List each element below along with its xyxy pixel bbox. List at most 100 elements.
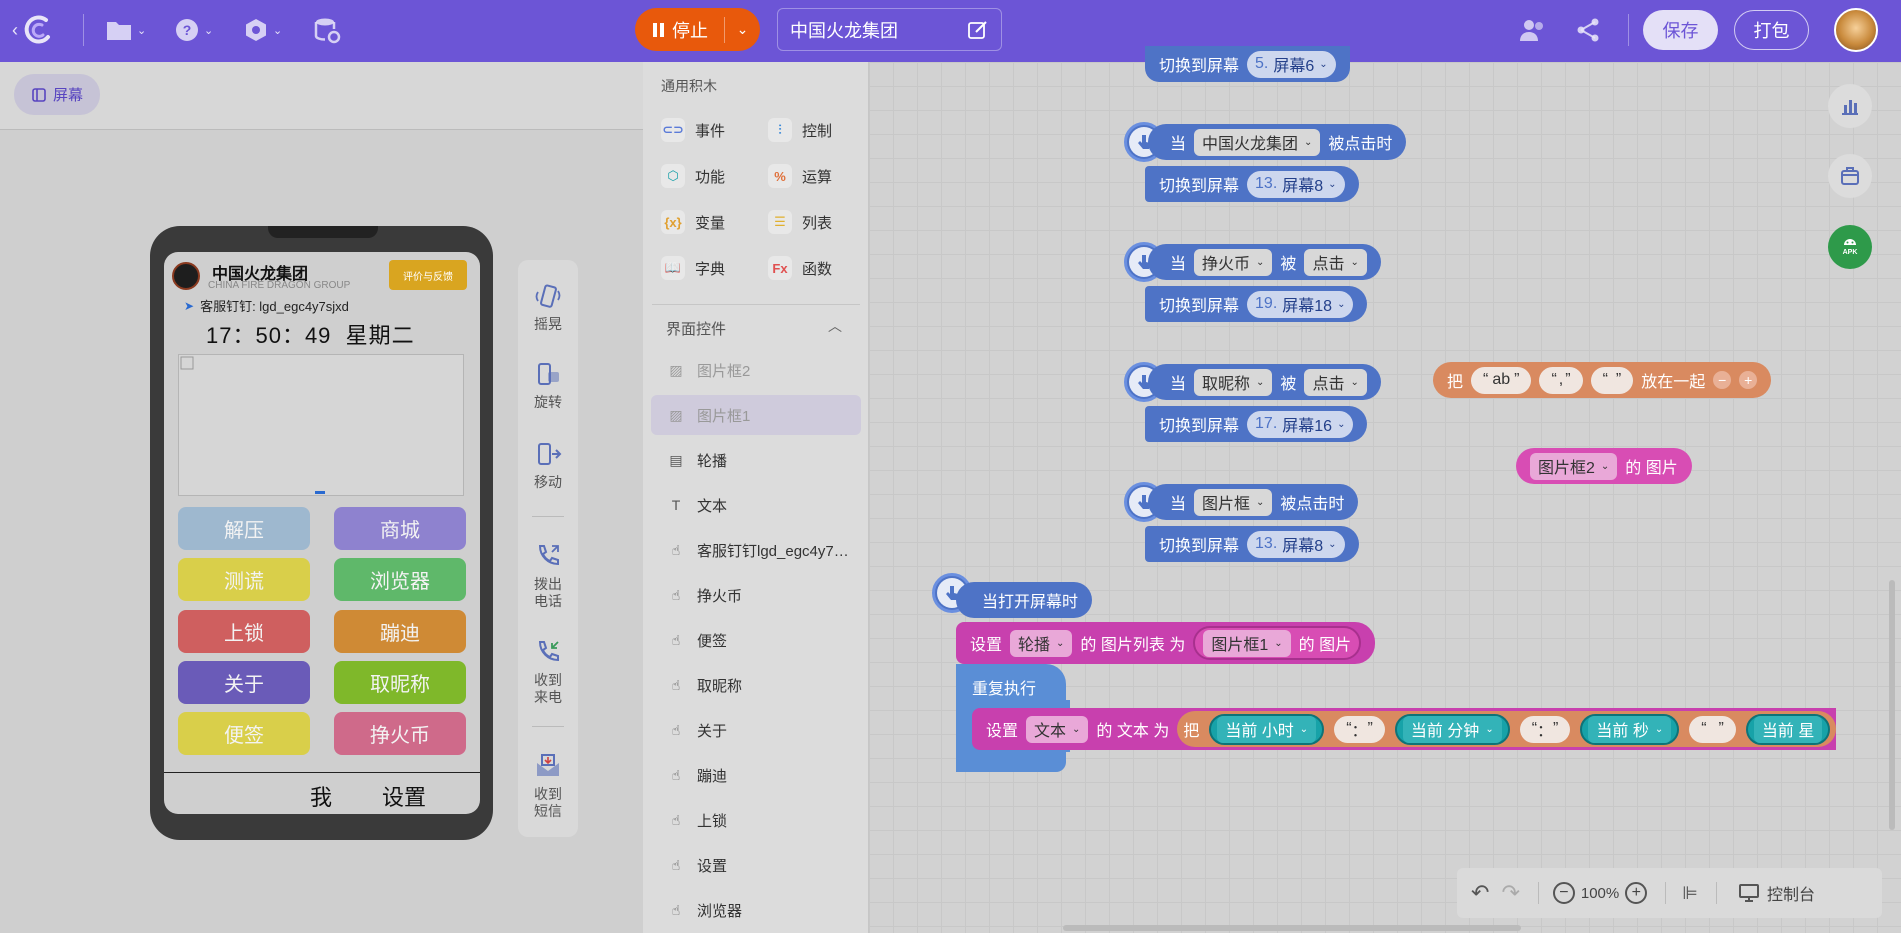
dial-out-tool[interactable]: 拨出 电话 [518, 542, 578, 610]
click-event-block[interactable]: 当中国火龙集团 ⌄ 被点击时 [1148, 124, 1407, 160]
phone-button[interactable]: 关于 [178, 661, 310, 704]
component-dropdown[interactable]: 图片框1 ⌄ [1203, 629, 1291, 657]
chevron-up-icon[interactable]: ︿ [828, 316, 842, 336]
category-toggle[interactable]: ⊂⊃ 事件 [661, 118, 725, 142]
phone-button[interactable]: 蹦迪 [334, 610, 466, 653]
incoming-call-tool[interactable]: 收到 来电 [518, 638, 578, 706]
palette-item[interactable]: ☝ 关于 [651, 710, 861, 750]
time-dropdown[interactable]: 当前 秒 ⌄ [1588, 715, 1672, 743]
component-dropdown[interactable]: 轮播 ⌄ [1010, 629, 1073, 657]
switch-screen-block[interactable]: 切换到屏幕 19. 屏幕18 ⌄ [1145, 286, 1368, 322]
picture-getter-block[interactable]: 图片框2 ⌄ 的 图片 [1516, 448, 1692, 484]
switch-screen-block[interactable]: 切换到屏幕 17. 屏幕16 ⌄ [1145, 406, 1368, 442]
save-button[interactable]: 保存 [1643, 10, 1718, 50]
phone-button[interactable]: 测谎 [178, 558, 310, 601]
apk-button[interactable]: APK [1828, 225, 1872, 269]
pack-button[interactable]: 打包 [1734, 10, 1809, 50]
category-sliders[interactable]: ⫶ 控制 [768, 118, 832, 142]
palette-item[interactable]: ▨ 图片框1 [651, 395, 861, 435]
minus-icon[interactable]: − [1713, 371, 1732, 389]
palette-item[interactable]: ▨ 图片框2 [651, 350, 861, 390]
palette-item[interactable]: ☝ 取昵称 [651, 665, 861, 705]
rate-button[interactable]: 评价与反馈 [389, 260, 467, 290]
settings-menu[interactable]: ⌄ [243, 11, 282, 49]
chart-button[interactable] [1828, 84, 1872, 128]
phone-button[interactable]: 取昵称 [334, 661, 466, 704]
nav-me[interactable]: 我 [310, 780, 332, 812]
help-menu[interactable]: ? ⌄ [174, 11, 213, 49]
picture-getter-block[interactable]: 图片框1 ⌄ 的 图片 [1193, 626, 1362, 660]
switch-screen-block[interactable]: 切换到屏幕 13. 屏幕8 ⌄ [1145, 166, 1359, 202]
project-name-field[interactable]: 中国火龙集团 [777, 8, 1002, 51]
set-text-block[interactable]: 设置 文本 ⌄ 的 文本 为 把 当前 小时 ⌄ “：” 当前 分钟 ⌄ “：” 当前… [972, 708, 1837, 750]
palette-item[interactable]: ☝ 上锁 [651, 800, 861, 840]
palette-item[interactable]: ☝ 浏览器 [651, 890, 861, 930]
avatar[interactable] [1834, 8, 1878, 52]
backpack-button[interactable] [1828, 154, 1872, 198]
shake-tool[interactable]: 摇晃 [518, 282, 578, 333]
nav-settings[interactable]: 设置 [382, 780, 426, 812]
component-dropdown[interactable]: 中国火龙集团 ⌄ [1194, 128, 1321, 156]
service-link[interactable]: ➤ 客服钉钉: lgd_egc4y7sjxd [184, 296, 349, 315]
category-percent[interactable]: % 运算 [768, 164, 832, 188]
phone-button[interactable]: 上锁 [178, 610, 310, 653]
palette-item[interactable]: ☝ 设置 [651, 845, 861, 885]
palette-item[interactable]: ▤ 轮播 [651, 440, 861, 480]
palette-item[interactable]: T 文本 [651, 485, 861, 525]
component-dropdown[interactable]: 图片框 ⌄ [1194, 488, 1273, 516]
category-cube[interactable]: ⬡ 功能 [661, 164, 725, 188]
carousel[interactable] [178, 354, 464, 496]
time-getter-block[interactable]: 当前 小时 ⌄ [1209, 713, 1325, 745]
stop-button[interactable]: 停止 ⌄ [635, 8, 760, 51]
phone-button[interactable]: 挣火币 [334, 712, 466, 755]
time-getter-block[interactable]: 当前 秒 ⌄ [1580, 713, 1680, 745]
console-button[interactable]: 控制台 [1738, 881, 1815, 905]
edit-icon[interactable] [967, 19, 989, 41]
click-event-block[interactable]: 当取昵称 ⌄ 被点击 ⌄ [1148, 364, 1381, 400]
screen-dropdown[interactable]: 19. 屏幕18 ⌄ [1247, 290, 1354, 318]
string-input[interactable]: “” [1689, 715, 1736, 743]
switch-screen-block[interactable]: 切换到屏幕 13. 屏幕8 ⌄ [1145, 526, 1359, 562]
redo-icon[interactable]: ↷ [1501, 880, 1519, 906]
zoom-out-icon[interactable]: − [1552, 882, 1575, 904]
vertical-scrollbar[interactable] [1889, 580, 1895, 830]
component-dropdown[interactable]: 取昵称 ⌄ [1194, 368, 1273, 396]
plus-icon[interactable]: + [1739, 371, 1758, 389]
chevron-down-icon[interactable]: ⌄ [725, 21, 760, 38]
time-dropdown[interactable]: 当前 小时 ⌄ [1217, 715, 1317, 743]
phone-button[interactable]: 解压 [178, 507, 310, 550]
click-event-block[interactable]: 当图片框 ⌄ 被点击时 [1148, 484, 1359, 520]
screen-dropdown[interactable]: 13. 屏幕8 ⌄ [1247, 530, 1345, 558]
click-event-block[interactable]: 当挣火币 ⌄ 被点击 ⌄ [1148, 244, 1381, 280]
component-dropdown[interactable]: 挣火币 ⌄ [1194, 248, 1273, 276]
category-book[interactable]: 📖 字典 [661, 256, 725, 280]
zoom-in-icon[interactable]: + [1625, 882, 1648, 904]
action-dropdown[interactable]: 点击 ⌄ [1304, 368, 1367, 396]
sms-tool[interactable]: 收到 短信 [518, 752, 578, 820]
undo-icon[interactable]: ↶ [1471, 880, 1489, 906]
switch-screen-block[interactable]: 切换到屏幕 5. 屏幕6 ⌄ [1145, 46, 1350, 82]
screen-open-event-block[interactable]: 当打开屏幕时 [956, 582, 1093, 618]
category-fx[interactable]: Fx 函数 [768, 256, 832, 280]
database-button[interactable] [313, 11, 341, 49]
phone-button[interactable]: 浏览器 [334, 558, 466, 601]
join-text-block[interactable]: 把 当前 小时 ⌄ “：” 当前 分钟 ⌄ “：” 当前 秒 ⌄ “” 当前 星 [1177, 711, 1837, 747]
time-getter-block[interactable]: 当前 分钟 ⌄ [1394, 713, 1510, 745]
component-dropdown[interactable]: 图片框2 ⌄ [1530, 452, 1618, 480]
time-dropdown[interactable]: 当前 星 [1753, 715, 1823, 743]
screen-dropdown[interactable]: 13. 屏幕8 ⌄ [1247, 170, 1345, 198]
palette-item[interactable]: ☝ 蹦迪 [651, 755, 861, 795]
file-menu[interactable]: ⌄ [105, 11, 146, 49]
set-carousel-block[interactable]: 设置 轮播 ⌄ 的 图片列表 为 图片框1 ⌄ 的 图片 [956, 622, 1376, 664]
screen-dropdown[interactable]: 17. 屏幕16 ⌄ [1247, 410, 1354, 438]
component-dropdown[interactable]: 文本 ⌄ [1026, 715, 1089, 743]
string-input[interactable]: “：” [1334, 715, 1385, 743]
time-getter-block[interactable]: 当前 星 [1745, 713, 1831, 745]
action-dropdown[interactable]: 点击 ⌄ [1304, 248, 1367, 276]
screen-button[interactable]: 屏幕 [14, 74, 100, 115]
string-input[interactable]: “” [1590, 366, 1634, 394]
move-tool[interactable]: 移动 [518, 440, 578, 491]
string-input[interactable]: “：” [1519, 715, 1571, 743]
back-logo-button[interactable]: ‹ [12, 11, 58, 49]
string-input[interactable]: “ab” [1471, 366, 1532, 394]
